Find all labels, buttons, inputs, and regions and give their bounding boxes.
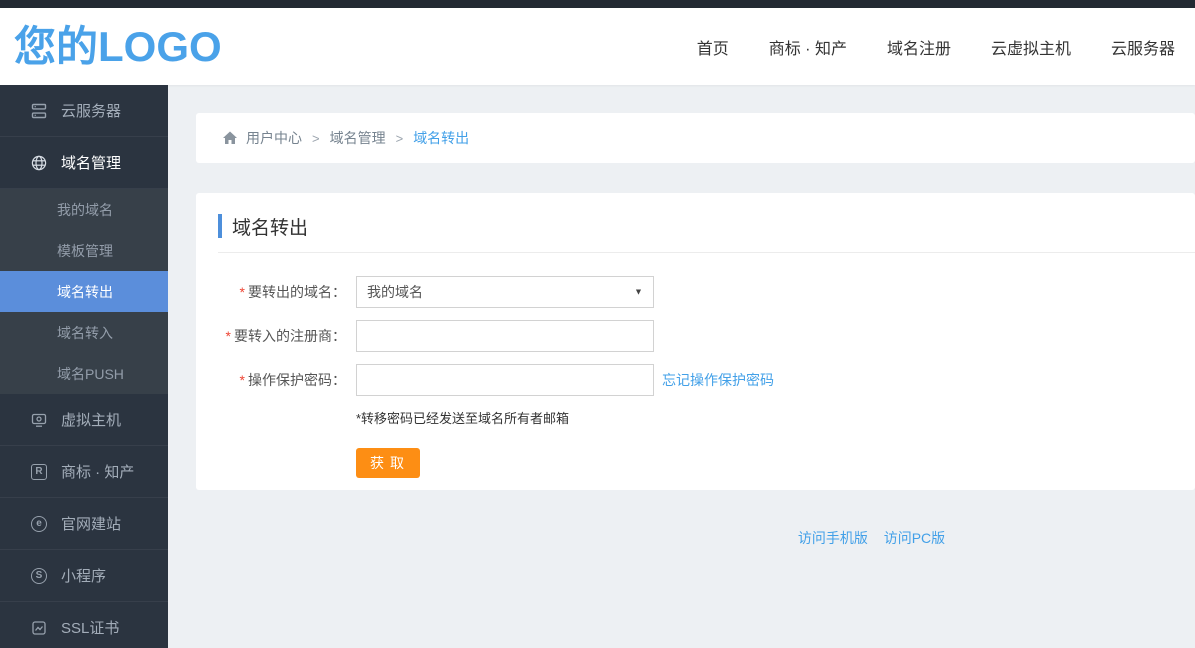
form-row-registrar: * 要转入的注册商：	[196, 320, 1195, 352]
top-strip	[0, 0, 1195, 8]
domain-select-wrap: 我的域名 ▼	[356, 276, 654, 308]
registrar-input[interactable]	[356, 320, 654, 352]
protection-password-label: * 操作保护密码：	[239, 372, 346, 388]
server-icon	[30, 102, 48, 120]
breadcrumb: 用户中心 > 域名管理 > 域名转出	[196, 113, 1195, 163]
nav-item-cloud-virtual-host[interactable]: 云虚拟主机	[991, 35, 1071, 59]
forgot-protection-password-link[interactable]: 忘记操作保护密码	[662, 370, 774, 390]
sidebar-item-label: 商标 · 知产	[61, 464, 135, 481]
transfer-password-note: *转移密码已经发送至域名所有者邮箱	[356, 411, 570, 426]
domain-transfer-panel: 域名转出 * 要转出的域名： 我的域名 ▼ * 要转入的注册商： * 操作保护密…	[196, 193, 1195, 490]
host-icon	[30, 411, 48, 429]
header: 您的LOGO 首页 商标 · 知产 域名注册 云虚拟主机 云服务器	[0, 8, 1195, 85]
home-icon	[222, 130, 238, 146]
sidebar-item-domain-management[interactable]: 域名管理	[0, 137, 168, 189]
sidebar-item-trademark[interactable]: R 商标 · 知产	[0, 446, 168, 498]
required-mark: *	[239, 372, 245, 388]
form-row-domain: * 要转出的域名： 我的域名 ▼	[196, 276, 1195, 308]
protection-password-input[interactable]	[356, 364, 654, 396]
miniprogram-icon: S	[30, 567, 48, 585]
sidebar-item-label: 小程序	[61, 568, 107, 585]
sidebar-item-label: SSL证书	[61, 620, 120, 637]
sidebar-item-website-builder[interactable]: e 官网建站	[0, 498, 168, 550]
panel-divider	[218, 252, 1195, 253]
registrar-label: * 要转入的注册商：	[225, 328, 346, 344]
sidebar-item-virtual-host[interactable]: 虚拟主机	[0, 394, 168, 446]
logo[interactable]: 您的LOGO	[14, 25, 222, 68]
required-mark: *	[239, 284, 245, 300]
sidebar-item-label: 虚拟主机	[61, 412, 122, 429]
required-mark: *	[225, 328, 231, 344]
nav-item-domain-register[interactable]: 域名注册	[887, 35, 951, 59]
sidebar-item-ssl-certificate[interactable]: SSL证书	[0, 602, 168, 648]
website-icon: e	[30, 515, 48, 533]
top-nav: 首页 商标 · 知产 域名注册 云虚拟主机 云服务器	[697, 35, 1175, 59]
breadcrumb-user-center[interactable]: 用户中心	[246, 128, 302, 148]
sidebar: 云服务器 域名管理 我的域名 模板管理 域名转出 域名转入 域名PUSH 虚拟主	[0, 85, 168, 648]
transfer-out-form: * 要转出的域名： 我的域名 ▼ * 要转入的注册商： * 操作保护密码： 忘记…	[196, 276, 1195, 478]
sidebar-item-label: 域名管理	[61, 155, 122, 172]
nav-item-cloud-server[interactable]: 云服务器	[1111, 35, 1175, 59]
domain-select[interactable]: 我的域名	[356, 276, 654, 308]
title-accent-bar	[218, 214, 222, 238]
sidebar-item-label: 云服务器	[61, 103, 122, 120]
main-content: 用户中心 > 域名管理 > 域名转出 域名转出 *要转出的域名： 我的域名 ▼	[168, 85, 1195, 648]
domain-select-label: * 要转出的域名：	[239, 284, 346, 300]
mobile-version-link[interactable]: 访问手机版	[798, 530, 868, 546]
footer-links: 访问手机版 访问PC版	[168, 528, 1195, 548]
submenu-item-domain-transfer-in[interactable]: 域名转入	[0, 312, 168, 353]
page-title: 域名转出	[232, 217, 309, 239]
pc-version-link[interactable]: 访问PC版	[884, 530, 945, 546]
nav-item-trademark[interactable]: 商标 · 知产	[769, 35, 847, 59]
breadcrumb-domain-management[interactable]: 域名管理	[330, 128, 386, 148]
sidebar-item-cloud-server[interactable]: 云服务器	[0, 85, 168, 137]
submenu-item-domain-transfer-out[interactable]: 域名转出	[0, 271, 168, 312]
sidebar-item-mini-program[interactable]: S 小程序	[0, 550, 168, 602]
breadcrumb-separator: >	[312, 130, 320, 146]
submenu-item-template-management[interactable]: 模板管理	[0, 230, 168, 271]
submenu-item-domain-push[interactable]: 域名PUSH	[0, 353, 168, 394]
submenu-item-my-domains[interactable]: 我的域名	[0, 189, 168, 230]
breadcrumb-domain-transfer-out[interactable]: 域名转出	[413, 128, 469, 148]
breadcrumb-separator: >	[395, 130, 404, 146]
panel-title-row: 域名转出	[218, 213, 1195, 239]
sidebar-item-label: 官网建站	[61, 516, 122, 533]
globe-icon	[30, 154, 48, 172]
nav-item-home[interactable]: 首页	[697, 35, 729, 59]
trademark-icon: R	[30, 463, 48, 481]
domain-management-submenu: 我的域名 模板管理 域名转出 域名转入 域名PUSH	[0, 189, 168, 394]
get-button[interactable]: 获取	[356, 448, 420, 478]
form-row-protection-password: * 操作保护密码： 忘记操作保护密码	[196, 364, 1195, 396]
certificate-icon	[30, 619, 48, 637]
